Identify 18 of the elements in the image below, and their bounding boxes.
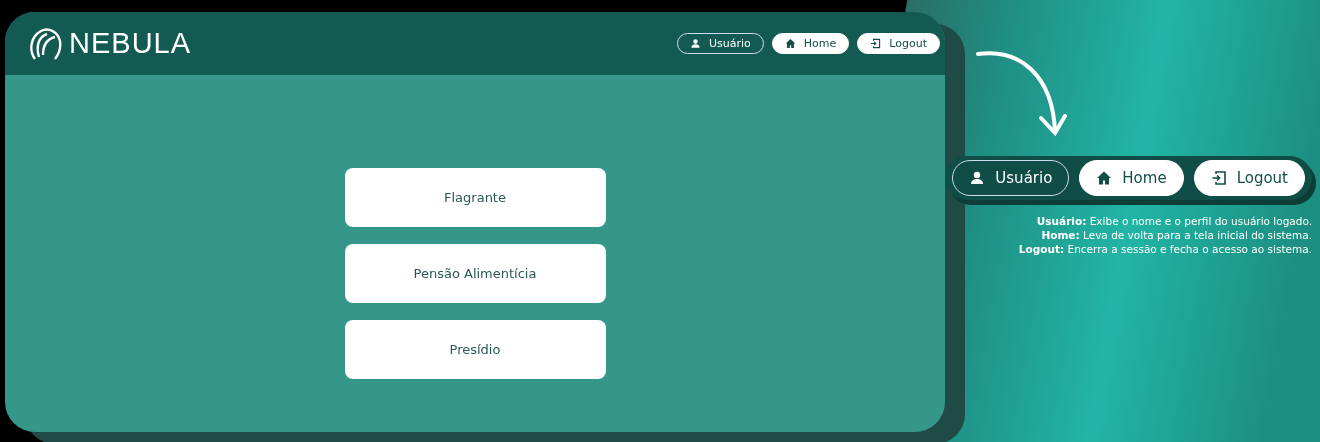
menu-option-button[interactable]: Presídio	[344, 320, 606, 379]
home-icon	[784, 38, 796, 49]
user-icon	[969, 170, 986, 186]
logo-text: NEBULA	[69, 27, 192, 60]
home-button[interactable]: Home	[1079, 160, 1184, 196]
menu-option-button[interactable]: Flagrante	[344, 168, 606, 227]
logo-icon	[27, 26, 63, 61]
description-text: Logout: Encerra a sessão e fecha o acesso ao sistema.	[1018, 242, 1312, 257]
logout-button[interactable]: Logout	[857, 33, 940, 54]
logout-button[interactable]: Logout	[1193, 160, 1305, 196]
description-text: Usuário: Exibe o nome e o perfil do usuário logado.	[1035, 214, 1312, 229]
home-button[interactable]: Home	[771, 33, 850, 54]
menu-option-button[interactable]: Pensão Alimentícia	[344, 244, 606, 303]
logout-icon	[1210, 170, 1227, 186]
description-text: Home: Leva de volta para a tela inicial do sistema.	[1040, 228, 1312, 243]
user-icon	[690, 38, 702, 49]
logout-icon	[870, 38, 882, 49]
home-icon	[1096, 170, 1113, 186]
